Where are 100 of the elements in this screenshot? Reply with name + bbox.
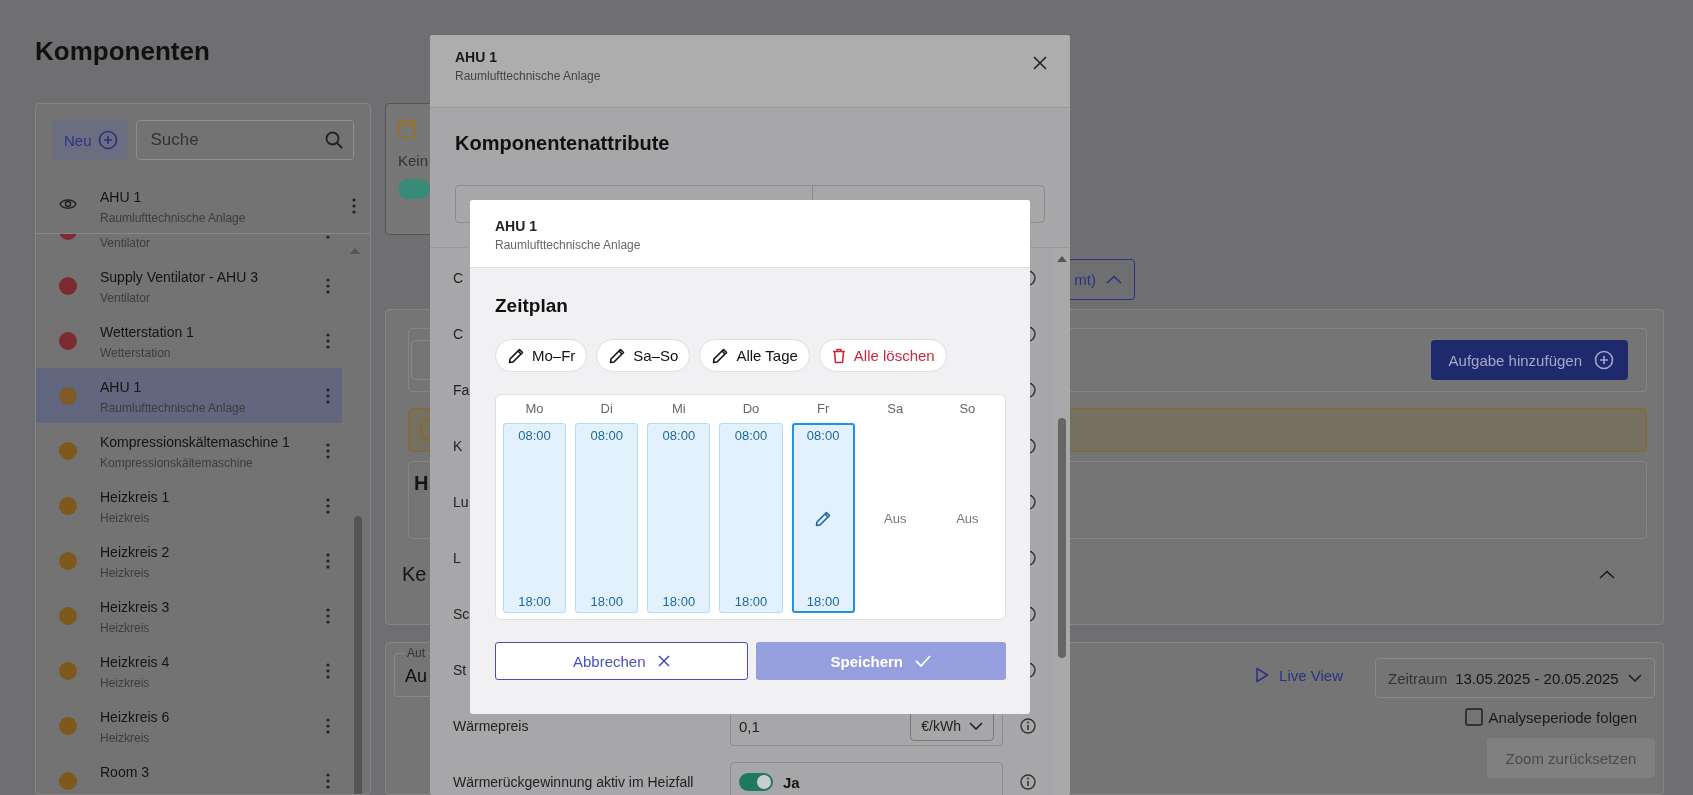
check-icon (915, 655, 931, 667)
item-subtitle: Raumlufttechnische Anlage (100, 400, 247, 416)
toggle-switch[interactable] (398, 179, 430, 199)
more-icon[interactable] (326, 333, 330, 349)
search-icon (324, 130, 344, 150)
toggle-switch[interactable] (739, 773, 773, 791)
attribute-label: C (453, 326, 464, 342)
list-item[interactable]: Room 3 (36, 753, 342, 794)
scrollbar-thumb[interactable] (1058, 418, 1066, 658)
more-icon[interactable] (326, 498, 330, 514)
time-block[interactable]: 08:00 18:00 (719, 423, 783, 613)
day-label: Di (599, 401, 614, 418)
info-icon (1020, 718, 1036, 734)
end-time: 18:00 (518, 594, 551, 609)
time-block[interactable]: 08:00 18:00 (647, 423, 711, 613)
more-icon[interactable] (326, 443, 330, 459)
item-title: Heizkreis 3 (100, 598, 171, 617)
dialog-heading: Komponentenattribute (455, 132, 671, 155)
attribute-label: St (453, 662, 467, 678)
dialog-title: AHU 1 (455, 49, 498, 65)
end-time: 18:00 (734, 594, 768, 609)
period-select[interactable]: Zeitraum 13.05.2025 - 20.05.2025 (1375, 658, 1655, 698)
start-time: 08:00 (806, 428, 840, 443)
preset-button[interactable]: Alle Tage (699, 339, 810, 372)
more-icon[interactable] (326, 608, 330, 624)
dialog-subtitle: Raumlufttechnische Anlage (455, 69, 601, 83)
off-label: Aus (956, 510, 979, 526)
info-icon (1020, 774, 1036, 790)
item-title: Room 3 (100, 763, 151, 782)
pencil-icon (508, 347, 524, 364)
off-label: Aus (884, 510, 907, 526)
calendar-icon (398, 118, 416, 138)
item-title: Heizkreis 4 (100, 653, 171, 672)
start-time: 08:00 (662, 428, 696, 443)
close-icon (657, 655, 670, 667)
attribute-label: Wärmerückgewinnung aktiv im Heizfall (453, 774, 694, 790)
item-title: AHU 1 (100, 188, 143, 207)
pencil-icon (712, 347, 729, 364)
end-time: 18:00 (662, 594, 696, 609)
item-title: Heizkreis 6 (100, 708, 171, 727)
chevron-up-icon (1106, 275, 1122, 284)
item-title: AHU 1 (100, 378, 143, 397)
item-title: Kompressionskältemaschine 1 (100, 433, 291, 452)
checkbox-label: Analyseperiode folgen (1488, 708, 1637, 726)
day-label: Do (741, 401, 761, 418)
chevron-down-icon (1628, 674, 1642, 682)
item-title: Heizkreis 1 (100, 488, 171, 507)
preset-button[interactable]: Sa–So (596, 339, 691, 372)
close-icon[interactable] (1032, 55, 1048, 71)
attribute-label: Wärmepreis (453, 718, 529, 734)
more-icon[interactable] (352, 198, 356, 214)
checkbox[interactable] (1464, 708, 1483, 726)
scrollbar-thumb[interactable] (354, 516, 362, 794)
list-item[interactable]: AHU 1 Raumlufttechnische Anlage (36, 368, 342, 423)
section-heading: Ke (402, 563, 427, 586)
chevron-up-icon (1599, 570, 1615, 579)
start-time: 08:00 (518, 428, 551, 443)
more-icon[interactable] (326, 718, 330, 734)
attribute-label: C (453, 270, 464, 286)
chevron-down-icon (969, 722, 983, 730)
day-label: Mi (671, 401, 687, 418)
attribute-label: Fa (453, 382, 470, 398)
day-label: Sa (886, 401, 905, 418)
play-icon (1255, 667, 1270, 683)
time-block[interactable]: 08:00 18:00 (503, 423, 567, 613)
more-icon[interactable] (326, 773, 330, 789)
dialog-title: AHU 1 (495, 218, 538, 234)
card-text: Kein (398, 152, 430, 169)
more-icon[interactable] (326, 388, 330, 404)
item-title: Heizkreis 2 (100, 543, 171, 562)
attribute-label: Sc (453, 606, 470, 622)
delete-all-button[interactable]: Alle löschen (818, 339, 947, 372)
time-block[interactable]: 08:00 18:00 (791, 423, 855, 613)
toggle-label: Ja (783, 773, 800, 791)
more-icon[interactable] (326, 663, 330, 679)
cancel-button[interactable]: Abbrechen (495, 642, 748, 680)
input-field[interactable]: Ja (730, 762, 1003, 795)
more-icon[interactable] (326, 553, 330, 569)
panel-heading: H (414, 472, 429, 494)
day-label: So (958, 401, 977, 418)
live-view-link[interactable]: Live View (1249, 665, 1349, 685)
day-label: Mo (524, 401, 545, 418)
search-field[interactable]: Suche (135, 120, 354, 160)
eye-icon (59, 197, 77, 211)
attribute-label: Lu (453, 494, 469, 510)
trash-icon (831, 347, 846, 364)
preset-button[interactable]: Mo–Fr (495, 339, 588, 372)
time-block[interactable]: 08:00 18:00 (575, 423, 639, 613)
plus-circle-icon (1594, 350, 1614, 370)
plus-circle-icon (97, 130, 118, 150)
attribute-label: K (453, 438, 463, 454)
start-time: 08:00 (734, 428, 768, 443)
attribute-label: L (453, 550, 461, 566)
more-icon[interactable] (326, 278, 330, 294)
new-button[interactable]: Neu (52, 120, 128, 160)
add-task-button[interactable]: Aufgabe hinzufügen (1430, 340, 1628, 380)
scroll-up-icon[interactable] (1057, 256, 1067, 262)
pencil-icon (609, 347, 626, 364)
day-label: Fr (816, 401, 831, 418)
end-time: 18:00 (806, 594, 840, 609)
